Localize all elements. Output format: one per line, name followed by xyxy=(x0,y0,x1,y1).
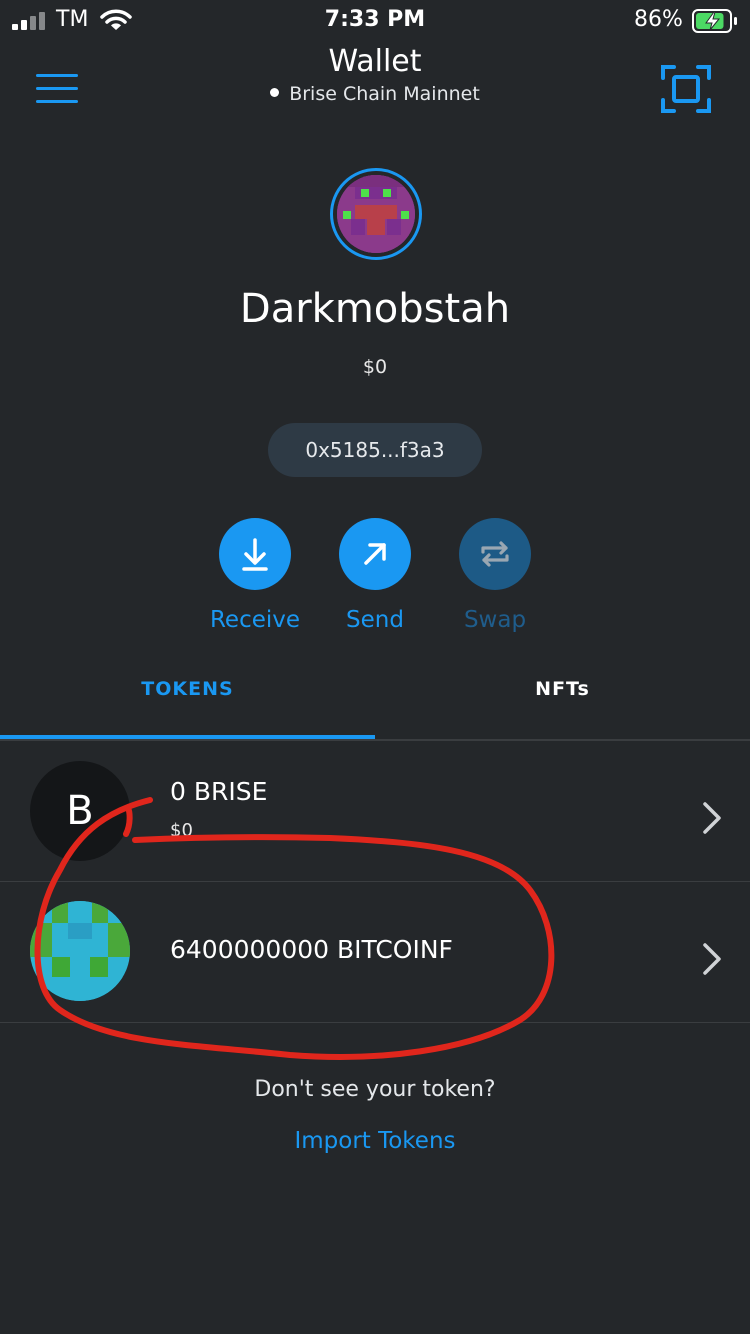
account-balance: $0 xyxy=(362,356,388,378)
battery-charging-icon xyxy=(692,9,738,33)
account-address-button[interactable]: 0x5185...f3a3 xyxy=(268,423,482,477)
token-amount: 0 BRISE xyxy=(170,777,268,806)
chevron-right-icon[interactable] xyxy=(700,941,724,977)
token-amount: 6400000000 BITCOINF xyxy=(170,935,453,964)
send-button[interactable] xyxy=(339,518,411,590)
receive-label[interactable]: Receive xyxy=(195,607,315,633)
status-bar: TM 7:33 PM 86% xyxy=(0,0,750,42)
send-label[interactable]: Send xyxy=(315,607,435,633)
tab-tokens[interactable]: TOKENS xyxy=(0,678,375,700)
qr-scan-icon[interactable] xyxy=(660,64,712,114)
import-tokens-link[interactable]: Import Tokens xyxy=(0,1128,750,1154)
swap-arrows-icon xyxy=(481,541,509,567)
identicon-image xyxy=(337,175,415,253)
page-title: Wallet xyxy=(328,44,422,79)
download-icon xyxy=(242,538,268,571)
tab-nfts[interactable]: NFTs xyxy=(375,678,750,700)
network-name: Brise Chain Mainnet xyxy=(289,83,480,105)
bitcoinf-token-icon xyxy=(30,901,130,1001)
tab-divider xyxy=(0,739,750,741)
arrow-up-right-icon xyxy=(364,543,386,565)
swap-label[interactable]: Swap xyxy=(435,607,555,633)
account-avatar[interactable] xyxy=(330,168,422,260)
brise-token-icon: B xyxy=(30,761,130,861)
active-tab-indicator xyxy=(0,735,375,739)
account-name: Darkmobstah xyxy=(239,286,511,332)
missing-token-hint: Don't see your token? xyxy=(254,1077,496,1102)
chevron-right-icon[interactable] xyxy=(700,800,724,836)
receive-button[interactable] xyxy=(219,518,291,590)
row-divider xyxy=(0,1022,750,1023)
token-fiat-value: $0 xyxy=(170,820,193,841)
battery-percent: 86% xyxy=(634,7,683,32)
network-status-dot xyxy=(270,88,280,97)
swap-button[interactable] xyxy=(459,518,531,590)
network-selector[interactable]: Brise Chain Mainnet xyxy=(0,83,750,105)
